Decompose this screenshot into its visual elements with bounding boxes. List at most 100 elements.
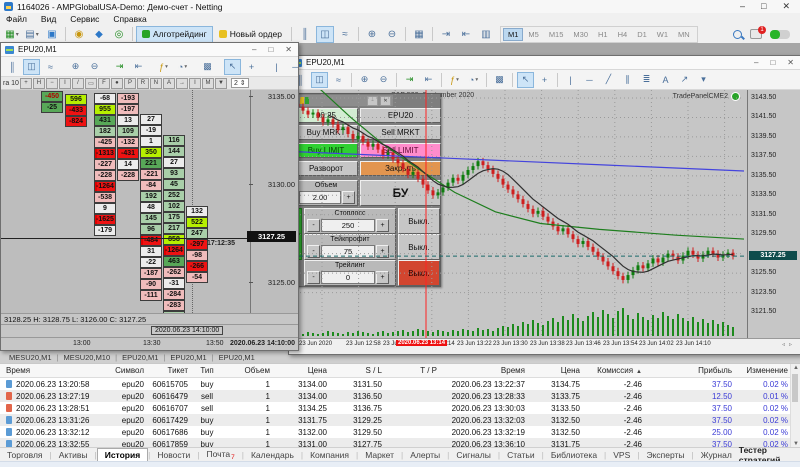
timeframe-H4[interactable]: H4	[613, 28, 633, 41]
tab-Новости[interactable]: Новости	[150, 449, 197, 461]
column-header-2[interactable]: Тикет	[148, 364, 192, 378]
timeframe-MN[interactable]: MN	[673, 28, 695, 41]
timeframe-H1[interactable]: H1	[593, 28, 613, 41]
cluster-button-1[interactable]: H	[33, 78, 45, 89]
menu-Файл[interactable]: Файл	[6, 14, 27, 24]
history-row[interactable]: 2020.06.23 13:31:26epu2060617429buy13131…	[0, 414, 792, 426]
cluster-button-14[interactable]: M	[202, 78, 214, 89]
column-header-10[interactable]: Комиссия▲	[584, 364, 646, 378]
tile-windows-icon[interactable]: ▦	[410, 26, 428, 43]
account-icon[interactable]: ◆	[90, 26, 108, 43]
zoom-out-icon[interactable]: ⊖	[383, 26, 401, 43]
maximize-button[interactable]: □	[761, 1, 766, 12]
tab-Эксперты[interactable]: Эксперты	[640, 449, 692, 461]
objects-dropdown-icon[interactable]: ▾	[695, 72, 712, 88]
new-chart-icon[interactable]: ▦▾	[3, 26, 21, 43]
cursor-icon[interactable]: ↖	[517, 72, 534, 88]
vline-icon[interactable]: |	[268, 59, 285, 75]
left-minimize-button[interactable]: –	[252, 45, 256, 54]
periods-icon[interactable]: ◔▾	[174, 59, 191, 75]
indicators-icon[interactable]: ƒ▾	[155, 59, 172, 75]
left-window-titlebar[interactable]: EPU20,M1 – □ ✕	[1, 43, 298, 57]
scroll-arrows[interactable]: ◃▹	[782, 341, 796, 348]
tab-Почта[interactable]: Почта7	[200, 448, 242, 462]
cluster-button-11[interactable]: A	[163, 78, 175, 89]
chart-shift-icon[interactable]: ⇤	[457, 26, 475, 43]
tab-Торговля[interactable]: Торговля	[0, 449, 50, 461]
candles-chart-icon[interactable]: ◫	[316, 26, 334, 43]
candles-chart-icon[interactable]: ◫	[23, 59, 40, 75]
zoom-out-icon[interactable]: ⊖	[375, 72, 392, 88]
cluster-button-8[interactable]: P	[124, 78, 136, 89]
cluster-button-9[interactable]: R	[137, 78, 149, 89]
column-header-9[interactable]: Цена	[529, 364, 584, 378]
periods-icon[interactable]: ◔▾	[465, 72, 482, 88]
tab-VPS[interactable]: VPS	[606, 449, 637, 461]
tab-Библиотека[interactable]: Библиотека	[544, 449, 604, 461]
crosshair-icon[interactable]: +	[243, 59, 260, 75]
profiles-icon[interactable]: ▤▾	[23, 26, 41, 43]
cluster-button-0[interactable]: +	[20, 78, 32, 89]
column-header-1[interactable]: Символ	[106, 364, 148, 378]
timeframe-M5[interactable]: M5	[523, 28, 543, 41]
timeframe-D1[interactable]: D1	[632, 28, 652, 41]
table-scrollbar[interactable]: ▲ ▼	[790, 364, 800, 448]
footprint-chart[interactable]: -450-25596-433-824-68955431182-425-1313-…	[1, 90, 298, 313]
history-row[interactable]: 2020.06.23 13:27:19epu2060616479sell1313…	[0, 390, 792, 402]
crosshair-icon[interactable]: +	[536, 72, 553, 88]
cluster-button-7[interactable]: ●	[111, 78, 123, 89]
menu-Справка[interactable]: Справка	[113, 14, 146, 24]
history-row[interactable]: 2020.06.23 13:20:58epu2060615705buy13134…	[0, 378, 792, 391]
signals-icon[interactable]: ◎	[110, 26, 128, 43]
fibonacci-icon[interactable]: ≣	[638, 72, 655, 88]
chat-icon[interactable]: 1	[750, 29, 762, 39]
zoom-in-icon[interactable]: ⊕	[67, 59, 84, 75]
tab-История[interactable]: История	[97, 448, 148, 462]
timeframe-W1[interactable]: W1	[652, 28, 673, 41]
column-header-11[interactable]: Прибыль	[646, 364, 736, 378]
right-chart-area[interactable]: S&P 500: September 2020 TradePanelCME2 3…	[289, 90, 800, 338]
auto-scroll-icon[interactable]: ⇥	[111, 59, 128, 75]
text-icon[interactable]: A	[657, 72, 674, 88]
left-maximize-button[interactable]: □	[268, 45, 273, 54]
menu-Сервис[interactable]: Сервис	[70, 14, 99, 24]
timeframe-M15[interactable]: M15	[544, 28, 569, 41]
chart-tab-1[interactable]: MESU20,M10	[58, 353, 115, 362]
column-header-12[interactable]: Изменение	[736, 364, 792, 378]
zoom-out-icon[interactable]: ⊖	[86, 59, 103, 75]
tab-Компания[interactable]: Компания	[303, 449, 356, 461]
tab-Статьи[interactable]: Статьи	[500, 449, 542, 461]
cluster-button-10[interactable]: N	[150, 78, 162, 89]
hline-icon[interactable]: ─	[581, 72, 598, 88]
right-close-button[interactable]: ✕	[787, 58, 794, 67]
chart-tab-3[interactable]: EPU20,M1	[165, 353, 211, 362]
column-header-8[interactable]: Время	[441, 364, 529, 378]
zoom-in-icon[interactable]: ⊕	[363, 26, 381, 43]
bars-chart-icon[interactable]: ║	[296, 26, 314, 43]
column-header-0[interactable]: Время	[0, 364, 106, 378]
cluster-button-13[interactable]: I	[189, 78, 201, 89]
auto-scroll-icon[interactable]: ⇥	[401, 72, 418, 88]
tab-Маркет[interactable]: Маркет	[358, 449, 401, 461]
close-button[interactable]: ✕	[782, 1, 790, 12]
scroll-thumb[interactable]	[792, 374, 798, 402]
indicators-icon[interactable]: ƒ▾	[446, 72, 463, 88]
templates-icon[interactable]: ▩	[491, 72, 508, 88]
vline-icon[interactable]: |	[562, 72, 579, 88]
column-header-3[interactable]: Тип	[192, 364, 226, 378]
cluster-button-12[interactable]: →	[176, 78, 188, 89]
hline-icon[interactable]: ─	[287, 59, 298, 75]
left-close-button[interactable]: ✕	[285, 45, 292, 54]
chart-shift-icon[interactable]: ⇤	[130, 59, 147, 75]
line-chart-icon[interactable]: ≈	[42, 59, 59, 75]
line-chart-icon[interactable]: ≈	[330, 72, 347, 88]
trendline-icon[interactable]: ╱	[600, 72, 617, 88]
timeframe-M30[interactable]: M30	[568, 28, 593, 41]
minimize-button[interactable]: –	[740, 1, 745, 12]
tab-Алерты[interactable]: Алерты	[403, 449, 447, 461]
chart-shift-icon[interactable]: ⇤	[420, 72, 437, 88]
cluster-button-6[interactable]: F	[98, 78, 110, 89]
tab-Сигналы[interactable]: Сигналы	[449, 449, 497, 461]
history-row[interactable]: 2020.06.23 13:28:51epu2060616707sell1313…	[0, 402, 792, 414]
column-header-4[interactable]: Объем	[226, 364, 274, 378]
